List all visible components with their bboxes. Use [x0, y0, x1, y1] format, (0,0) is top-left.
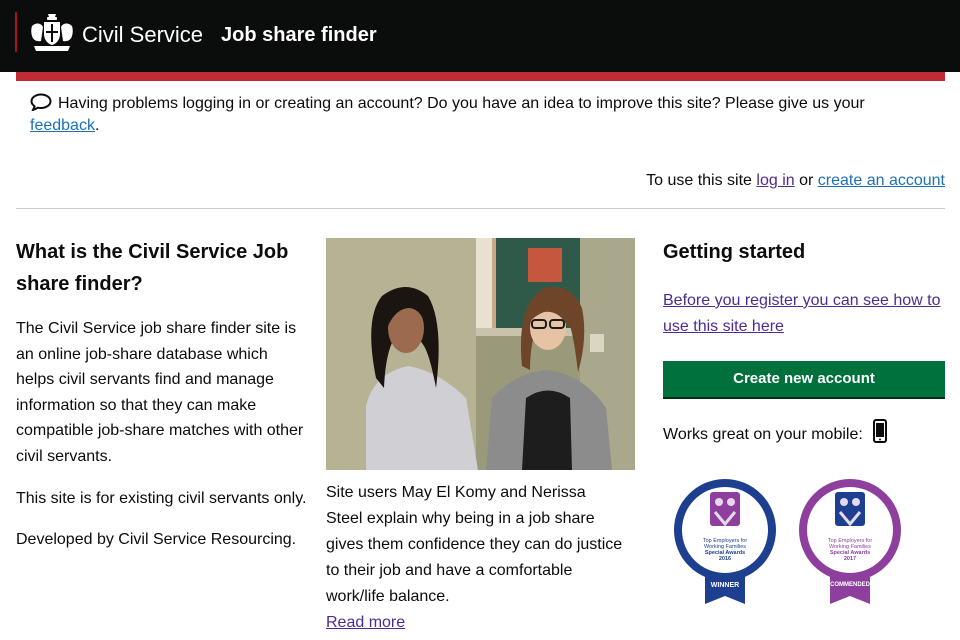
about-section: What is the Civil Service Job share find…	[16, 236, 308, 569]
royal-crest-icon	[31, 14, 73, 51]
header-edge-stripe	[15, 12, 17, 52]
about-heading: What is the Civil Service Job share find…	[16, 241, 289, 295]
awards-row: Top Employers for Working Families Speci…	[663, 478, 945, 608]
feature-caption-block: Site users May El Komy and Nerissa Steel…	[326, 480, 626, 636]
getting-started-heading: Getting started	[663, 241, 806, 263]
feature-caption: Site users May El Komy and Nerissa Steel…	[326, 484, 623, 605]
mobile-phone-icon	[873, 419, 888, 444]
award-1-ribbon-label: WINNER	[710, 582, 740, 589]
mobile-note: Works great on your mobile:	[663, 419, 945, 447]
create-new-account-button[interactable]: Create new account	[663, 361, 945, 398]
account-prompt: To use this site log in or create an acc…	[646, 171, 945, 191]
feedback-text: Having problems logging in or creating a…	[58, 95, 865, 112]
about-paragraph-3: Developed by Civil Service Resourcing.	[16, 531, 297, 549]
civil-service-brand[interactable]: Civil Service	[82, 22, 203, 48]
section-divider	[16, 208, 945, 209]
job-share-photo	[326, 238, 635, 470]
about-paragraph-2: This site is for existing civil servants…	[16, 489, 307, 507]
speech-bubble-icon	[30, 93, 52, 111]
create-account-link[interactable]: create an account	[818, 172, 945, 189]
how-to-use-link[interactable]: Before you register you can see how to u…	[663, 288, 945, 339]
service-name[interactable]: Job share finder	[221, 24, 377, 47]
award-badge-2017: Top Employers for Working Families Speci…	[796, 478, 904, 608]
login-link[interactable]: log in	[756, 172, 794, 189]
award-2-ribbon-label: COMMENDED	[830, 582, 870, 588]
site-header: Civil Service Job share finder	[0, 0, 960, 72]
mobile-text: Works great on your mobile:	[663, 426, 863, 444]
account-prefix: To use this site	[646, 172, 752, 189]
accent-bar	[16, 72, 945, 81]
account-or: or	[799, 172, 814, 189]
award-2-year: 2017	[843, 556, 857, 562]
about-paragraph-1: The Civil Service job share finder site …	[16, 320, 304, 465]
award-badge-2016: Top Employers for Working Families Speci…	[671, 478, 779, 608]
getting-started-section: Getting started Before you register you …	[663, 236, 945, 447]
job-share-photo-image	[326, 238, 635, 470]
award-1-year: 2016	[718, 556, 732, 562]
feedback-period: .	[94, 117, 100, 134]
read-more-link[interactable]: Read more	[326, 614, 405, 631]
feedback-banner: Having problems logging in or creating a…	[30, 93, 930, 137]
feedback-link[interactable]: feedback	[30, 117, 95, 134]
